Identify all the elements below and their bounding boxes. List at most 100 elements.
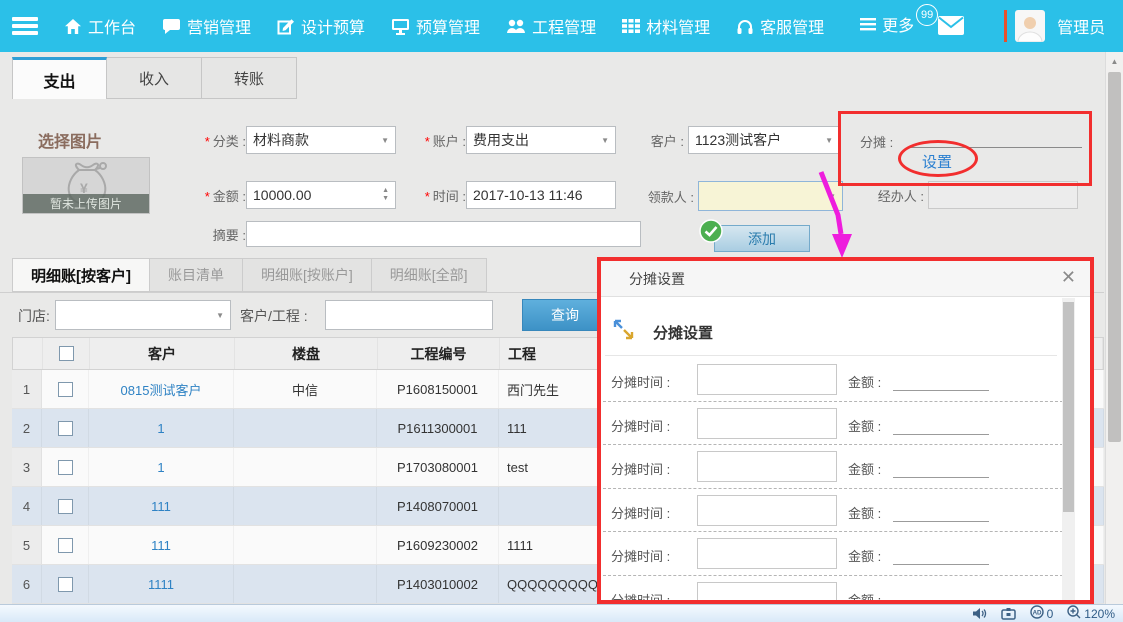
store-label: 门店: [18, 306, 50, 326]
select-all-checkbox[interactable] [59, 346, 74, 361]
chevron-down-icon: ▼ [828, 192, 836, 201]
amount-input[interactable]: 10000.00 ▲▼ [246, 181, 396, 209]
allocation-time-input[interactable] [697, 582, 837, 605]
tab-ledger-by-account[interactable]: 明细账[按账户] [243, 258, 372, 292]
row-checkbox[interactable] [58, 382, 73, 397]
allocation-time-label: 分摊时间 : [611, 459, 670, 478]
customer-link[interactable]: 111 [89, 487, 234, 525]
spinner-stepper[interactable]: ▲▼ [382, 187, 389, 202]
avatar[interactable] [1015, 10, 1045, 42]
tab-ledger-all[interactable]: 明细账[全部] [372, 258, 487, 292]
category-select[interactable]: 材料商款 ▼ [246, 126, 396, 154]
allocation-amount-input[interactable] [893, 454, 989, 478]
row-checkbox[interactable] [58, 538, 73, 553]
payee-select[interactable]: ▼ [698, 181, 843, 211]
ad-block-indicator[interactable]: AD 0 [1030, 605, 1054, 622]
allocation-row: 分摊时间 : 金额 : [601, 490, 1063, 533]
customer-link[interactable]: 0815测试客户 [89, 370, 234, 408]
payee-field: 领款人 : ▼ [622, 181, 843, 211]
row-number: 5 [12, 526, 42, 564]
nav-item-project[interactable]: 工程管理 [506, 14, 596, 38]
image-upload-box[interactable]: ¥ 暂未上传图片 [22, 157, 150, 214]
row-checkbox[interactable] [58, 421, 73, 436]
search-button[interactable]: 查询 [522, 299, 608, 331]
nav-item-design-budget[interactable]: 设计预算 [277, 14, 365, 38]
home-icon [64, 18, 82, 35]
customer-select[interactable]: 1123测试客户 ▼ [688, 126, 840, 154]
notification-badge[interactable]: 99 [916, 4, 938, 26]
header-checkbox [43, 338, 90, 369]
account-field: *账户 : 费用支出 ▼ [402, 126, 616, 154]
row-checkbox[interactable] [58, 499, 73, 514]
allocation-amount-input[interactable] [893, 411, 989, 435]
header-project-no: 工程编号 [378, 338, 500, 369]
add-button[interactable]: 添加 [714, 225, 810, 252]
customer-label: 客户 : [622, 131, 684, 150]
nav-item-service[interactable]: 客服管理 [736, 14, 824, 38]
header-building: 楼盘 [235, 338, 378, 369]
allocation-amount-input[interactable] [893, 367, 989, 391]
header-customer: 客户 [90, 338, 235, 369]
allocation-time-input[interactable] [697, 364, 837, 395]
close-icon[interactable]: ✕ [1061, 268, 1076, 286]
building-cell: 中信 [234, 370, 377, 408]
tab-ledger-by-customer[interactable]: 明细账[按客户] [12, 258, 150, 292]
modal-scrollbar[interactable] [1062, 298, 1075, 600]
choose-image-label[interactable]: 选择图片 [38, 128, 102, 152]
allocation-time-input[interactable] [697, 538, 837, 569]
allocation-time-input[interactable] [697, 495, 837, 526]
page-scrollbar[interactable]: ▲ [1105, 52, 1123, 605]
amount-value: 10000.00 [253, 187, 311, 203]
category-label: 分类 : [213, 134, 246, 149]
tab-transfer[interactable]: 转账 [202, 57, 297, 99]
nav-item-material[interactable]: 材料管理 [622, 14, 710, 38]
zoom-indicator[interactable]: 120% [1067, 605, 1115, 622]
nav-item-marketing[interactable]: 营销管理 [162, 14, 251, 38]
nav-label: 工作台 [88, 14, 136, 38]
required-mark: * [205, 189, 210, 204]
user-name[interactable]: 管理员 [1057, 14, 1105, 38]
nav-item-workbench[interactable]: 工作台 [64, 14, 136, 38]
scroll-up-arrow[interactable]: ▲ [1106, 54, 1123, 69]
allocation-amount-input[interactable] [893, 498, 989, 522]
customer-link[interactable]: 111 [89, 526, 234, 564]
allocation-amount-label: 金额 : [848, 416, 881, 435]
page-scrollbar-thumb[interactable] [1108, 72, 1121, 442]
building-cell [234, 448, 377, 486]
customer-link[interactable]: 1 [89, 409, 234, 447]
allocation-time-input[interactable] [697, 451, 837, 482]
customer-project-input[interactable] [325, 300, 493, 330]
nav-label: 设计预算 [301, 14, 365, 38]
nav-item-more[interactable]: 更多 [860, 12, 914, 36]
building-cell [234, 526, 377, 564]
handler-label: 经办人 : [852, 186, 924, 205]
store-select[interactable]: ▼ [55, 300, 231, 330]
menu-icon[interactable] [12, 17, 38, 35]
account-select[interactable]: 费用支出 ▼ [466, 126, 616, 154]
edit-icon [277, 18, 295, 35]
row-checkbox[interactable] [58, 460, 73, 475]
customer-link[interactable]: 1 [89, 448, 234, 486]
allocation-time-label: 分摊时间 : [611, 372, 670, 391]
nav-item-budget[interactable]: 预算管理 [391, 14, 480, 38]
allocation-row: 分摊时间 : 金额 : [601, 403, 1063, 446]
summary-input[interactable] [246, 221, 641, 247]
speaker-icon[interactable] [972, 607, 987, 620]
tab-account-list[interactable]: 账目清单 [150, 258, 243, 292]
screenshot-icon[interactable] [1001, 607, 1016, 620]
allocation-amount-input[interactable] [893, 585, 989, 605]
top-nav: 工作台 营销管理 设计预算 预算管理 工程管理 材料管理 客服管理 [0, 0, 1123, 52]
modal-section-title: 分摊设置 [653, 322, 713, 343]
customer-link[interactable]: 1111 [89, 565, 234, 603]
tab-expense[interactable]: 支出 [12, 57, 107, 99]
time-input[interactable]: 2017-10-13 11:46 [466, 181, 616, 209]
modal-title: 分摊设置 [629, 269, 685, 289]
headset-icon [736, 18, 754, 35]
allocation-amount-input[interactable] [893, 541, 989, 565]
allocation-time-input[interactable] [697, 408, 837, 439]
tab-income[interactable]: 收入 [107, 57, 202, 99]
mail-icon[interactable] [938, 16, 964, 40]
row-checkbox[interactable] [58, 577, 73, 592]
modal-scrollbar-thumb[interactable] [1063, 302, 1074, 512]
required-mark: * [425, 189, 430, 204]
